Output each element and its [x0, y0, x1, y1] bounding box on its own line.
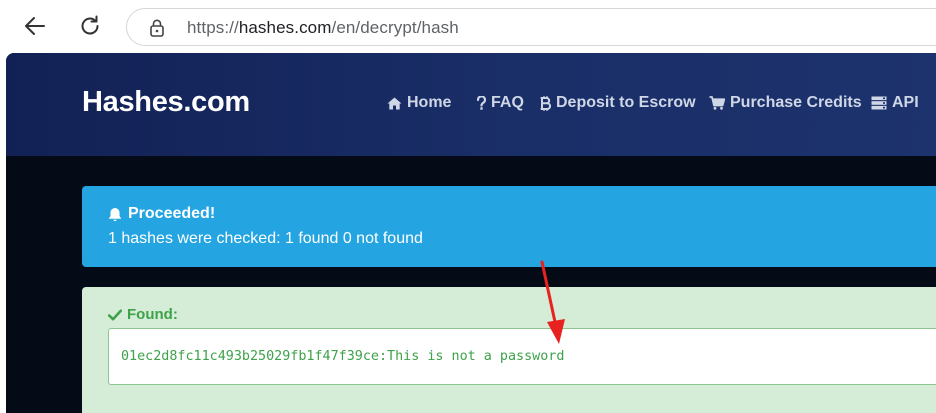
back-button[interactable]: [19, 10, 51, 42]
bitcoin-icon: [540, 95, 551, 111]
reload-button[interactable]: [74, 10, 106, 42]
reload-icon: [81, 15, 99, 35]
question-icon: [477, 96, 486, 110]
url-text[interactable]: https://hashes.com/en/decrypt/hash: [187, 18, 459, 38]
check-icon: [108, 309, 122, 320]
nav-faq-label: FAQ: [491, 94, 524, 111]
found-label: Found:: [108, 306, 178, 323]
result-box[interactable]: 01ec2d8fc11c493b25029fb1f47f39ce:This is…: [108, 328, 936, 385]
nav-purchase-credits[interactable]: Purchase Credits: [709, 94, 862, 112]
nav-faq[interactable]: FAQ: [477, 94, 524, 112]
nav-api[interactable]: API: [871, 94, 919, 112]
bell-icon: [108, 207, 122, 221]
nav-deposit[interactable]: Deposit to Escrow: [540, 94, 696, 112]
success-alert: Found: 01ec2d8fc11c493b25029fb1f47f39ce:…: [82, 287, 936, 413]
web-page: Hashes.com Home FAQ Deposit to Escrow Pu…: [6, 53, 936, 413]
result-text[interactable]: 01ec2d8fc11c493b25029fb1f47f39ce:This is…: [121, 349, 564, 364]
back-arrow-icon: [25, 17, 45, 35]
info-alert-title: Proceeded!: [108, 205, 215, 223]
info-alert-message: 1 hashes were checked: 1 found 0 not fou…: [108, 230, 423, 247]
address-bar[interactable]: https://hashes.com/en/decrypt/hash: [126, 8, 936, 46]
nav-api-label: API: [892, 94, 919, 111]
url-prefix: https://: [187, 18, 239, 37]
info-alert-title-text: Proceeded!: [128, 205, 216, 222]
nav-home-label: Home: [407, 94, 452, 111]
nav-deposit-label: Deposit to Escrow: [556, 94, 696, 111]
url-path: /en/decrypt/hash: [331, 18, 459, 37]
info-alert: Proceeded! 1 hashes were checked: 1 foun…: [82, 186, 936, 267]
url-domain: hashes.com: [238, 18, 332, 37]
nav-home[interactable]: Home: [387, 94, 451, 112]
site-logo[interactable]: Hashes.com: [82, 86, 250, 119]
site-header: Hashes.com Home FAQ Deposit to Escrow Pu…: [6, 53, 936, 156]
lock-icon[interactable]: [149, 19, 165, 37]
home-icon: [387, 97, 402, 109]
cart-icon: [709, 96, 725, 110]
browser-toolbar: https://hashes.com/en/decrypt/hash: [0, 0, 936, 52]
found-label-text: Found:: [127, 306, 178, 323]
server-icon: [871, 96, 887, 110]
nav-purchase-credits-label: Purchase Credits: [730, 94, 862, 111]
